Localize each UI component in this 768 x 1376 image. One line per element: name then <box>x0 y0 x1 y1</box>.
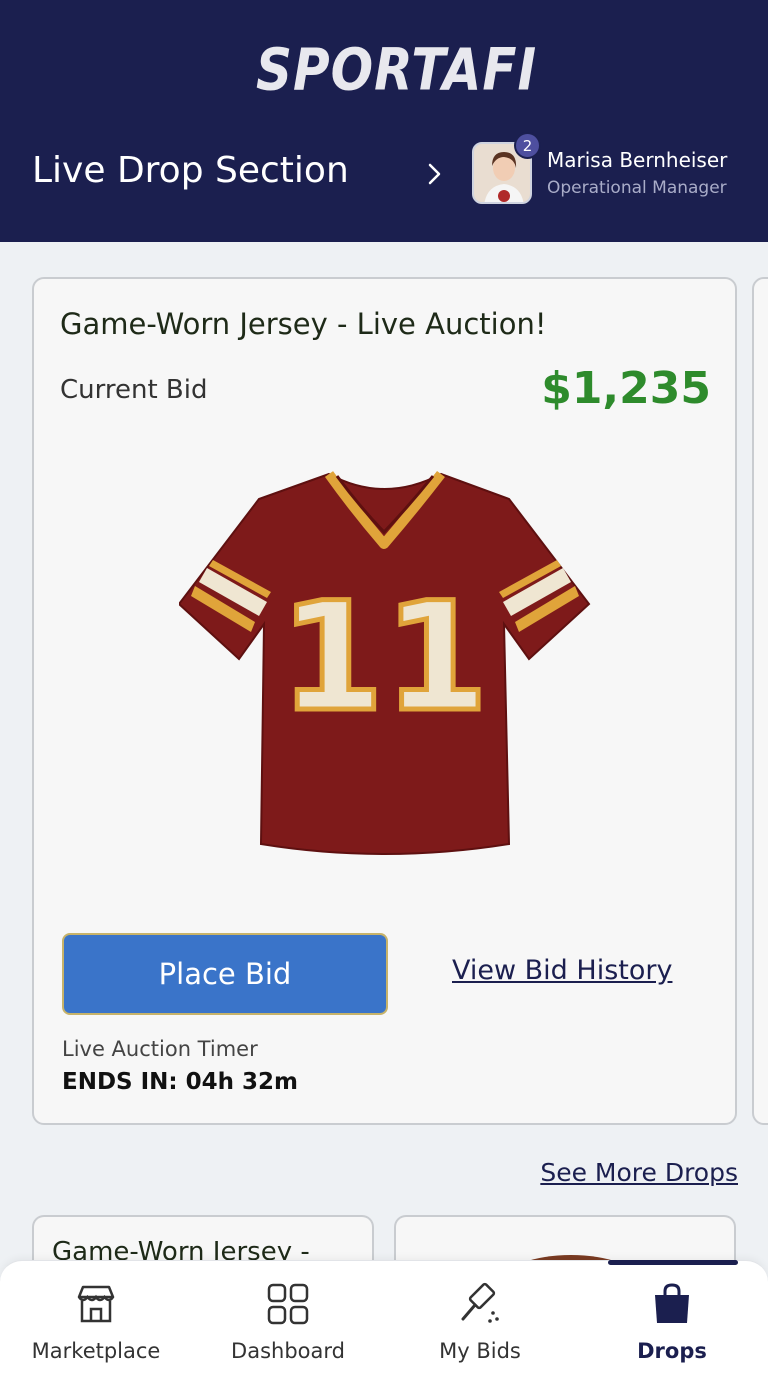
live-auction-card[interactable]: Game-Worn Jersey - Live Auction! Current… <box>32 277 737 1125</box>
user-name: Marisa Bernheiser <box>547 148 728 172</box>
timer-label: Live Auction Timer <box>62 1037 258 1061</box>
current-bid-value: $1,235 <box>541 363 711 414</box>
grid-icon <box>267 1283 309 1325</box>
bottom-navigation: Marketplace Dashboard My Bids Drops <box>0 1260 768 1376</box>
brand-logo[interactable]: SPORTAFI <box>246 32 536 108</box>
nav-label: Marketplace <box>31 1339 161 1363</box>
nav-label: Dashboard <box>231 1339 345 1363</box>
page-title: Live Drop Section <box>32 150 349 191</box>
see-more-drops-link[interactable]: See More Drops <box>540 1158 738 1187</box>
jersey-image: 11 <box>179 470 591 855</box>
user-role: Operational Manager <box>547 178 727 198</box>
brand-name: SPORTAFI <box>256 36 538 104</box>
storefront-icon <box>77 1285 115 1323</box>
shopping-bag-icon <box>655 1283 689 1323</box>
place-bid-button[interactable]: Place Bid <box>62 933 388 1015</box>
nav-item-dashboard[interactable]: Dashboard <box>192 1261 384 1376</box>
app-header: SPORTAFI Live Drop Section 2 Marisa Bern… <box>0 0 768 242</box>
notification-badge: 2 <box>514 132 541 159</box>
auction-title: Game-Worn Jersey - Live Auction! <box>60 307 547 341</box>
view-bid-history-link[interactable]: View Bid History <box>452 955 672 986</box>
chevron-right-icon[interactable] <box>424 160 446 188</box>
jersey-number: 11 <box>280 571 489 745</box>
current-bid-label: Current Bid <box>60 375 208 405</box>
active-tab-indicator <box>608 1260 738 1265</box>
nav-item-drops[interactable]: Drops <box>576 1261 768 1376</box>
nav-label: Drops <box>637 1339 707 1363</box>
nav-label: My Bids <box>439 1339 521 1363</box>
next-card-peek[interactable] <box>752 277 768 1125</box>
timer-countdown: ENDS IN: 04h 32m <box>62 1069 298 1095</box>
nav-item-my-bids[interactable]: My Bids <box>384 1261 576 1376</box>
nav-item-marketplace[interactable]: Marketplace <box>0 1261 192 1376</box>
gavel-icon <box>461 1282 499 1323</box>
